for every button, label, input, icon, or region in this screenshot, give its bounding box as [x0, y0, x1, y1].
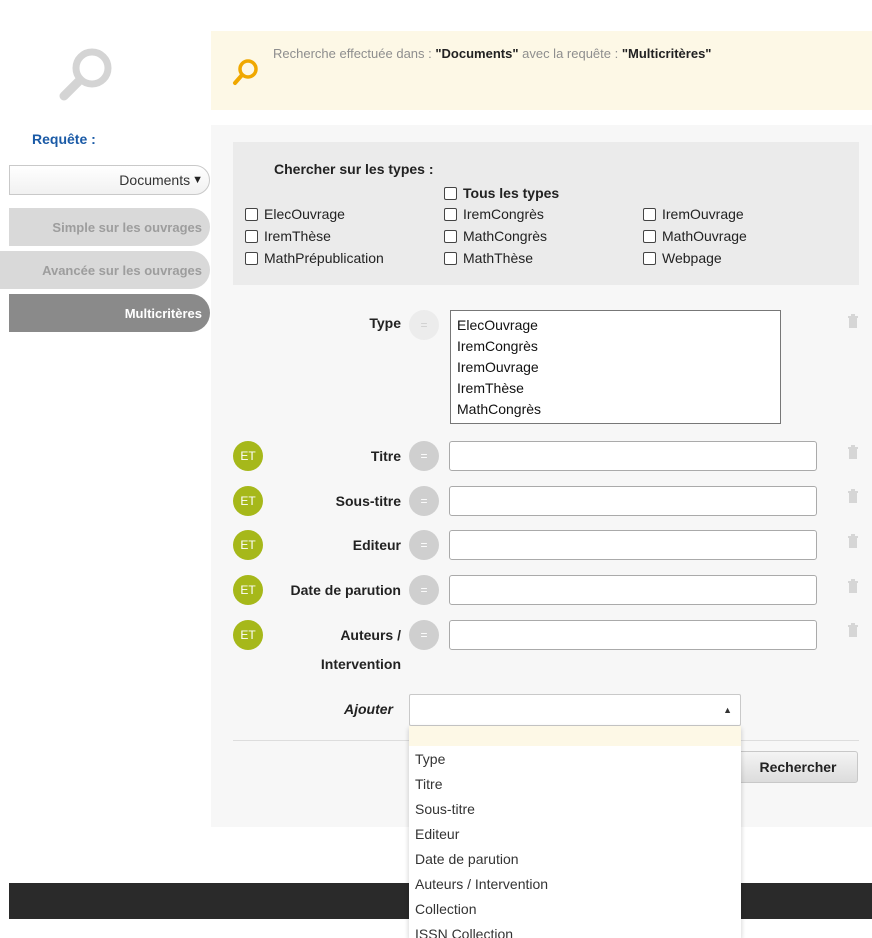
dropdown-option[interactable]: Editeur: [409, 822, 741, 847]
list-item[interactable]: MathCongrès: [457, 399, 774, 420]
search-icon: [59, 48, 112, 101]
checkbox-type[interactable]: MathPrépublication: [245, 250, 384, 266]
document-scope-value: Documents: [119, 172, 191, 188]
trash-icon[interactable]: [847, 489, 859, 503]
checkbox-type[interactable]: IremCongrès: [444, 206, 544, 222]
trash-icon[interactable]: [847, 534, 859, 548]
checkbox-type[interactable]: Webpage: [643, 250, 722, 266]
list-item[interactable]: IremCongrès: [457, 336, 774, 357]
checkbox-type[interactable]: ElecOuvrage: [245, 206, 345, 222]
list-item[interactable]: IremOuvrage: [457, 357, 774, 378]
checkbox-type[interactable]: IremOuvrage: [643, 206, 744, 222]
trash-icon[interactable]: [847, 623, 859, 637]
dropdown-highlighted-empty-option[interactable]: [409, 726, 741, 746]
criterion-auteurs-label-line2: Intervention: [320, 656, 401, 672]
sidebar-item-label: Simple sur les ouvrages: [52, 219, 202, 235]
requete-label: Requête :: [32, 131, 96, 147]
operator-equals[interactable]: =: [409, 530, 439, 560]
triangle-up-icon: ▲: [723, 705, 732, 715]
operator-equals[interactable]: =: [409, 575, 439, 605]
checkbox-all-types[interactable]: Tous les types: [444, 185, 559, 201]
ajouter-select[interactable]: ▲: [409, 694, 741, 726]
dropdown-option[interactable]: Sous-titre: [409, 797, 741, 822]
et-operator-button[interactable]: ET: [233, 486, 263, 516]
list-item[interactable]: ElecOuvrage: [457, 315, 774, 336]
dropdown-option[interactable]: Titre: [409, 772, 741, 797]
search-icon: [233, 59, 258, 85]
trash-icon[interactable]: [847, 579, 859, 593]
auteurs-input[interactable]: [449, 620, 817, 650]
checkbox-type[interactable]: IremThèse: [245, 228, 331, 244]
types-box: Chercher sur les types : Tous les types …: [233, 142, 859, 285]
dropdown-option[interactable]: Collection: [409, 897, 741, 922]
sidebar-item-multicriteres[interactable]: Multicritères: [9, 294, 210, 332]
titre-input[interactable]: [449, 441, 817, 471]
ajouter-dropdown-list[interactable]: Type Titre Sous-titre Editeur Date de pa…: [409, 726, 741, 938]
dropdown-option[interactable]: Type: [409, 747, 741, 772]
date-parution-input[interactable]: [449, 575, 817, 605]
triangle-down-icon: ▼: [192, 174, 203, 186]
operator-equals[interactable]: =: [409, 486, 439, 516]
sidebar-item-avancee[interactable]: Avancée sur les ouvrages: [0, 251, 210, 289]
criterion-date-label: Date de parution: [290, 582, 401, 598]
dropdown-option[interactable]: Auteurs / Intervention: [409, 872, 741, 897]
operator-equals[interactable]: =: [409, 620, 439, 650]
criterion-editeur-label: Editeur: [352, 537, 401, 553]
sidebar-item-simple[interactable]: Simple sur les ouvrages: [9, 208, 210, 246]
rechercher-button[interactable]: Rechercher: [738, 751, 858, 783]
types-title: Chercher sur les types :: [274, 161, 434, 177]
sidebar-item-label: Avancée sur les ouvrages: [42, 262, 202, 278]
checkbox-type[interactable]: MathOuvrage: [643, 228, 747, 244]
dropdown-option[interactable]: ISSN Collection: [409, 922, 741, 938]
list-item[interactable]: IremThèse: [457, 378, 774, 399]
et-operator-button[interactable]: ET: [233, 530, 263, 560]
search-info-text: Recherche effectuée dans : "Documents" a…: [273, 46, 712, 61]
type-listbox[interactable]: ElecOuvrage IremCongrès IremOuvrage Irem…: [450, 310, 781, 424]
sidebar-item-label: Multicritères: [124, 305, 202, 321]
dropdown-option[interactable]: Date de parution: [409, 847, 741, 872]
search-info-banner: Recherche effectuée dans : "Documents" a…: [211, 31, 872, 110]
criterion-type-label: Type: [369, 315, 401, 331]
criterion-titre-label: Titre: [370, 448, 401, 464]
document-scope-select[interactable]: Documents ▼: [9, 165, 210, 195]
et-operator-button[interactable]: ET: [233, 441, 263, 471]
criterion-soustitre-label: Sous-titre: [335, 493, 401, 509]
et-operator-button[interactable]: ET: [233, 575, 263, 605]
criterion-auteurs-label: Auteurs /: [340, 627, 401, 643]
checkbox-type[interactable]: MathCongrès: [444, 228, 547, 244]
checkbox-type[interactable]: MathThèse: [444, 250, 533, 266]
trash-icon[interactable]: [847, 314, 859, 328]
trash-icon[interactable]: [847, 445, 859, 459]
operator-equals[interactable]: =: [409, 441, 439, 471]
operator-equals[interactable]: =: [409, 310, 439, 340]
soustitre-input[interactable]: [449, 486, 817, 516]
ajouter-label: Ajouter: [344, 701, 393, 717]
et-operator-button[interactable]: ET: [233, 620, 263, 650]
editeur-input[interactable]: [449, 530, 817, 560]
